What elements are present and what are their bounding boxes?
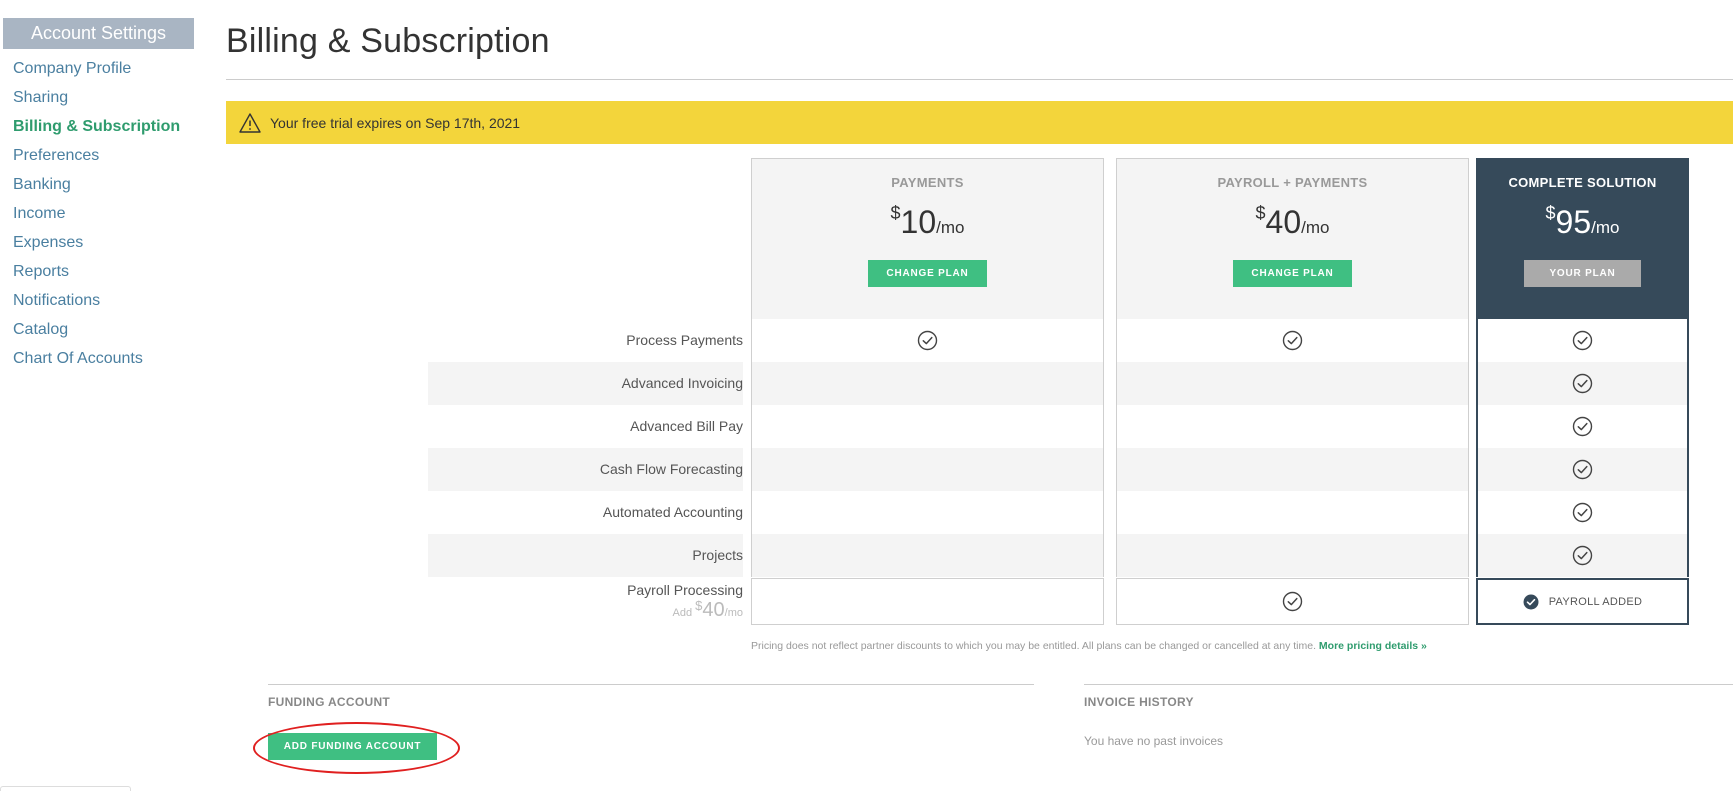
feature-cell-complete-solution xyxy=(1476,319,1689,362)
sidebar-item-reports[interactable]: Reports xyxy=(13,257,194,286)
plan-price: $40/mo xyxy=(1255,203,1330,240)
sidebar-list: Company Profile Sharing Billing & Subscr… xyxy=(3,49,194,373)
feature-label: Projects xyxy=(692,547,743,563)
sidebar-item-company-profile[interactable]: Company Profile xyxy=(13,54,194,83)
feature-row: Automated Accounting xyxy=(428,491,1689,534)
feature-cell-payments xyxy=(751,534,1104,577)
feature-label: Advanced Invoicing xyxy=(621,375,743,391)
plan-name: COMPLETE SOLUTION xyxy=(1508,175,1657,190)
plan-card-payroll-payments: PAYROLL + PAYMENTS $40/mo CHANGE PLAN xyxy=(1116,158,1469,319)
more-pricing-details-link[interactable]: More pricing details » xyxy=(1319,640,1427,652)
check-circle-icon xyxy=(1282,591,1303,612)
sidebar-item-catalog[interactable]: Catalog xyxy=(13,315,194,344)
sidebar-item-billing-subscription[interactable]: Billing & Subscription xyxy=(13,112,194,141)
no-invoices-text: You have no past invoices xyxy=(1084,734,1223,748)
payroll-cell-complete-solution: PAYROLL ADDED xyxy=(1476,578,1689,625)
plan-card-complete-solution: COMPLETE SOLUTION $95/mo YOUR PLAN xyxy=(1476,158,1689,319)
add-funding-account-button[interactable]: ADD FUNDING ACCOUNT xyxy=(268,733,437,760)
feature-cell-payroll-payments xyxy=(1116,534,1469,577)
corner-widget xyxy=(0,786,131,791)
sidebar-item-expenses[interactable]: Expenses xyxy=(13,228,194,257)
payroll-added-badge: PAYROLL ADDED xyxy=(1523,594,1643,610)
feature-row: Process Payments xyxy=(428,319,1689,362)
payroll-add-price: Add $40/mo xyxy=(672,598,743,621)
feature-cell-payroll-payments xyxy=(1116,319,1469,362)
feature-row: Cash Flow Forecasting xyxy=(428,448,1689,491)
sidebar-item-chart-of-accounts[interactable]: Chart Of Accounts xyxy=(13,344,194,373)
check-circle-icon xyxy=(1282,330,1303,351)
sidebar-item-sharing[interactable]: Sharing xyxy=(13,83,194,112)
plan-name: PAYMENTS xyxy=(891,175,964,190)
sidebar-item-banking[interactable]: Banking xyxy=(13,170,194,199)
check-circle-icon xyxy=(1572,373,1593,394)
sidebar-item-income[interactable]: Income xyxy=(13,199,194,228)
feature-cell-payroll-payments xyxy=(1116,448,1469,491)
feature-cell-payments xyxy=(751,448,1104,491)
payroll-cell-payments xyxy=(751,578,1104,625)
funding-account-title: FUNDING ACCOUNT xyxy=(268,695,391,709)
sidebar-item-preferences[interactable]: Preferences xyxy=(13,141,194,170)
pricing-note: Pricing does not reflect partner discoun… xyxy=(751,640,1427,652)
feature-cell-payroll-payments xyxy=(1116,362,1469,405)
payroll-label: Payroll Processing Add $40/mo xyxy=(627,582,743,621)
payroll-cell-payroll-payments xyxy=(1116,578,1469,625)
feature-cell-complete-solution xyxy=(1476,405,1689,448)
your-plan-button[interactable]: YOUR PLAN xyxy=(1524,260,1641,287)
feature-cell-complete-solution xyxy=(1476,362,1689,405)
feature-label: Cash Flow Forecasting xyxy=(599,461,743,477)
payroll-processing-row: Payroll Processing Add $40/mo PAYROLL AD… xyxy=(428,578,1689,625)
feature-label: Advanced Bill Pay xyxy=(630,418,743,434)
check-circle-icon xyxy=(1572,416,1593,437)
warning-icon xyxy=(238,111,262,135)
check-circle-icon xyxy=(917,330,938,351)
check-circle-icon xyxy=(1572,545,1593,566)
feature-row: Advanced Invoicing xyxy=(428,362,1689,405)
check-circle-icon xyxy=(1572,459,1593,480)
sidebar-header: Account Settings xyxy=(3,18,194,49)
check-circle-icon xyxy=(1572,502,1593,523)
plan-price: $95/mo xyxy=(1545,203,1620,240)
feature-cell-complete-solution xyxy=(1476,491,1689,534)
feature-row: Projects xyxy=(428,534,1689,577)
feature-cell-complete-solution xyxy=(1476,534,1689,577)
change-plan-button[interactable]: CHANGE PLAN xyxy=(1233,260,1352,287)
plan-name: PAYROLL + PAYMENTS xyxy=(1217,175,1368,190)
settings-sidebar: Account Settings Company Profile Sharing… xyxy=(3,18,194,373)
plan-price: $10/mo xyxy=(890,203,965,240)
funding-divider xyxy=(268,684,1034,685)
feature-cell-payroll-payments xyxy=(1116,405,1469,448)
feature-cell-payments xyxy=(751,405,1104,448)
invoice-history-title: INVOICE HISTORY xyxy=(1084,695,1194,709)
filled-check-icon xyxy=(1523,594,1539,610)
invoice-divider xyxy=(1084,684,1733,685)
feature-cell-payments xyxy=(751,362,1104,405)
feature-label: Automated Accounting xyxy=(602,504,743,520)
sidebar-item-notifications[interactable]: Notifications xyxy=(13,286,194,315)
trial-banner-text: Your free trial expires on Sep 17th, 202… xyxy=(270,114,521,131)
feature-cell-payments xyxy=(751,319,1104,362)
feature-row: Advanced Bill Pay xyxy=(428,405,1689,448)
change-plan-button[interactable]: CHANGE PLAN xyxy=(868,260,987,287)
feature-label: Process Payments xyxy=(626,332,743,348)
page-title: Billing & Subscription xyxy=(226,22,550,60)
feature-cell-payroll-payments xyxy=(1116,491,1469,534)
trial-banner: Your free trial expires on Sep 17th, 202… xyxy=(226,101,1733,144)
check-circle-icon xyxy=(1572,330,1593,351)
feature-cell-payments xyxy=(751,491,1104,534)
title-divider xyxy=(226,79,1733,80)
feature-cell-complete-solution xyxy=(1476,448,1689,491)
plan-card-payments: PAYMENTS $10/mo CHANGE PLAN xyxy=(751,158,1104,319)
